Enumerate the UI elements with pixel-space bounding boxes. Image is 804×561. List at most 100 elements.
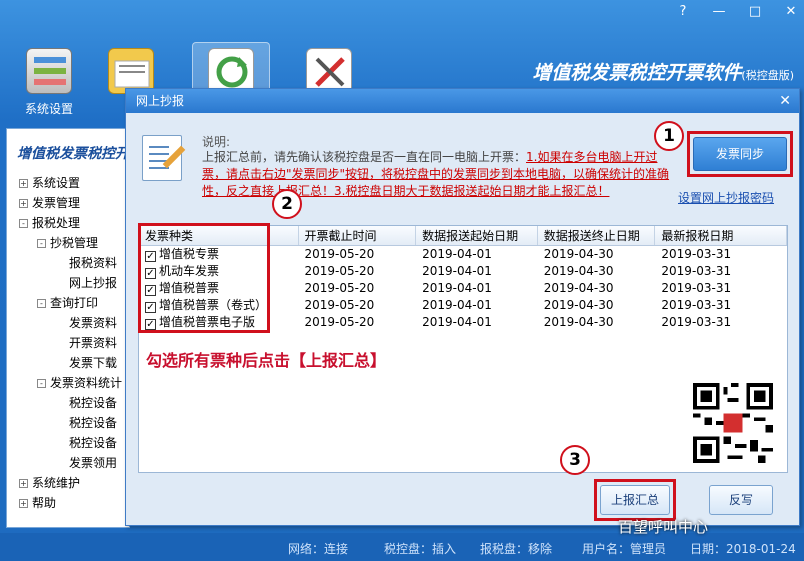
table-cell: 2019-03-31 bbox=[661, 298, 732, 312]
sidebar-tree: + 系统设置 + 发票管理 - 报税处理 - 抄税管理 报税资料 网上抄报 - 查询打印 发票资料 开票资… bbox=[7, 173, 129, 513]
sidebar-item-label: 报税资料 bbox=[69, 256, 118, 270]
sidebar-item[interactable]: + 发票管理 bbox=[7, 193, 129, 213]
minimize-icon[interactable]: — bbox=[712, 4, 726, 19]
sidebar-item-label: 税控设备 bbox=[69, 436, 118, 450]
instructions-text-part1: 上报汇总前，请先确认该税控盘是否一直在同一电脑上开票： bbox=[202, 150, 527, 164]
window-controls: ? — □ ✕ bbox=[676, 4, 798, 19]
sidebar-item-label: 抄税管理 bbox=[50, 236, 99, 250]
sidebar-item-label: 系统设置 bbox=[32, 176, 81, 190]
sidebar-item[interactable]: 税控设备 bbox=[7, 433, 129, 453]
status-tax-disk: 税控盘：插入 bbox=[384, 542, 457, 556]
sidebar-item-label: 发票领用 bbox=[69, 456, 118, 470]
help-icon[interactable]: ? bbox=[676, 4, 690, 19]
settings-panel-icon bbox=[26, 48, 72, 94]
notepad-icon bbox=[142, 135, 186, 181]
sidebar-item[interactable]: 税控设备 bbox=[7, 413, 129, 433]
expand-icon[interactable]: + bbox=[19, 179, 28, 188]
status-report-disk: 报税盘：移除 bbox=[480, 542, 553, 556]
sidebar-item-label: 开票资料 bbox=[69, 336, 118, 350]
sidebar-item[interactable]: - 查询打印 bbox=[7, 293, 129, 313]
column-header[interactable]: 数据报送起始日期 bbox=[416, 226, 538, 245]
sidebar-item-label: 系统维护 bbox=[32, 476, 81, 490]
table-cell: 2019-04-30 bbox=[543, 264, 614, 278]
expand-icon[interactable]: + bbox=[19, 479, 28, 488]
table-cell: 2019-05-20 bbox=[304, 298, 375, 312]
table-cell: 2019-03-31 bbox=[661, 281, 732, 295]
sidebar-item[interactable]: - 发票资料统计 bbox=[7, 373, 129, 393]
sidebar-item-label: 税控设备 bbox=[69, 396, 118, 410]
status-user: 用户名：管理员 bbox=[582, 542, 667, 556]
sidebar-item[interactable]: + 系统维护 bbox=[7, 473, 129, 493]
online-report-dialog: 网上抄报 ✕ 说明: 上报汇总前，请先确认该税控盘是否一直在同一电脑上开票：1.… bbox=[125, 88, 800, 526]
callout-3: 3 bbox=[560, 445, 590, 475]
app-title-text: 增值税发票税控开票软件 bbox=[532, 62, 742, 84]
sidebar-title: 增值税发票税控开 bbox=[17, 146, 129, 162]
app-edition: (税控盘版) bbox=[741, 69, 794, 82]
column-header[interactable]: 开票截止时间 bbox=[299, 226, 417, 245]
callout-2: 2 bbox=[272, 189, 302, 219]
table-cell: 2019-03-31 bbox=[661, 315, 732, 329]
sidebar-item-label: 发票资料 bbox=[69, 316, 118, 330]
maximize-icon[interactable]: □ bbox=[748, 4, 762, 19]
table-cell: 2019-04-30 bbox=[543, 247, 614, 261]
sidebar-item[interactable]: 税控设备 bbox=[7, 393, 129, 413]
toolbar-system-settings[interactable]: 系统设置 bbox=[14, 48, 84, 117]
status-date: 日期：2018-01-24 bbox=[690, 542, 796, 556]
sidebar-item-label: 查询打印 bbox=[50, 296, 99, 310]
callout-1: 1 bbox=[654, 121, 684, 151]
table-cell: 2019-04-01 bbox=[422, 264, 492, 278]
annotation-box-report bbox=[594, 479, 676, 521]
table-cell: 2019-04-01 bbox=[422, 315, 492, 329]
sidebar-item[interactable]: 发票领用 bbox=[7, 453, 129, 473]
table-cell: 2019-04-30 bbox=[543, 315, 614, 329]
sidebar-item-label: 发票资料统计 bbox=[50, 376, 123, 390]
sidebar-item-label: 发票管理 bbox=[32, 196, 81, 210]
sidebar-item-label: 帮助 bbox=[32, 496, 57, 510]
column-header[interactable]: 数据报送终止日期 bbox=[538, 226, 656, 245]
collapse-icon[interactable]: - bbox=[19, 219, 28, 228]
sidebar: 增值税发票税控开 + 系统设置 + 发票管理 - 报税处理 - 抄税管理 报税资料 网上抄报 - 查询… bbox=[6, 128, 130, 528]
table-cell: 2019-05-20 bbox=[304, 264, 375, 278]
dialog-titlebar: 网上抄报 ✕ bbox=[126, 89, 799, 113]
table-cell: 2019-04-30 bbox=[543, 281, 614, 295]
collapse-icon[interactable]: - bbox=[37, 239, 46, 248]
expand-icon[interactable]: + bbox=[19, 499, 28, 508]
annotation-instruction: 勾选所有票种后点击【上报汇总】 bbox=[146, 351, 387, 370]
column-header[interactable]: 最新报税日期 bbox=[655, 226, 787, 245]
table-cell: 2019-05-20 bbox=[304, 281, 375, 295]
sidebar-item[interactable]: 发票资料 bbox=[7, 313, 129, 333]
sidebar-item[interactable]: + 帮助 bbox=[7, 493, 129, 513]
qr-code bbox=[692, 383, 774, 463]
table-cell: 2019-03-31 bbox=[661, 264, 732, 278]
sidebar-item[interactable]: 开票资料 bbox=[7, 333, 129, 353]
sidebar-item[interactable]: 报税资料 bbox=[7, 253, 129, 273]
instructions-text: 上报汇总前，请先确认该税控盘是否一直在同一电脑上开票：1.如果在多台电脑上开过票… bbox=[202, 149, 672, 200]
collapse-icon[interactable]: - bbox=[37, 299, 46, 308]
expand-icon[interactable]: + bbox=[19, 199, 28, 208]
sidebar-item[interactable]: 网上抄报 bbox=[7, 273, 129, 293]
table-cell: 2019-05-20 bbox=[304, 315, 375, 329]
annotation-box-checklist bbox=[138, 223, 270, 333]
sidebar-item-label: 发票下载 bbox=[69, 356, 118, 370]
reverse-write-button[interactable]: 反写 bbox=[709, 485, 773, 515]
sidebar-item-label: 税控设备 bbox=[69, 416, 118, 430]
sidebar-item[interactable]: 发票下载 bbox=[7, 353, 129, 373]
sidebar-item[interactable]: - 抄税管理 bbox=[7, 233, 129, 253]
close-icon[interactable]: ✕ bbox=[784, 4, 798, 19]
dialog-title: 网上抄报 bbox=[136, 94, 185, 108]
table-cell: 2019-04-01 bbox=[422, 281, 492, 295]
annotation-box-sync bbox=[687, 131, 793, 177]
watermark: 百望呼叫中心 bbox=[618, 518, 709, 536]
collapse-icon[interactable]: - bbox=[37, 379, 46, 388]
sidebar-item[interactable]: + 系统设置 bbox=[7, 173, 129, 193]
sidebar-item-label: 报税处理 bbox=[32, 216, 81, 230]
close-icon[interactable]: ✕ bbox=[779, 89, 791, 113]
table-cell: 2019-04-01 bbox=[422, 247, 492, 261]
status-bar: 网络：连接 税控盘：插入 报税盘：移除 用户名：管理员 日期：2018-01-2… bbox=[0, 533, 804, 561]
table-cell: 2019-04-30 bbox=[543, 298, 614, 312]
table-cell: 2019-03-31 bbox=[661, 247, 732, 261]
instructions-label: 说明: bbox=[202, 135, 231, 149]
set-password-link[interactable]: 设置网上抄报密码 bbox=[678, 189, 774, 206]
status-network: 网络：连接 bbox=[288, 542, 349, 556]
sidebar-item[interactable]: - 报税处理 bbox=[7, 213, 129, 233]
